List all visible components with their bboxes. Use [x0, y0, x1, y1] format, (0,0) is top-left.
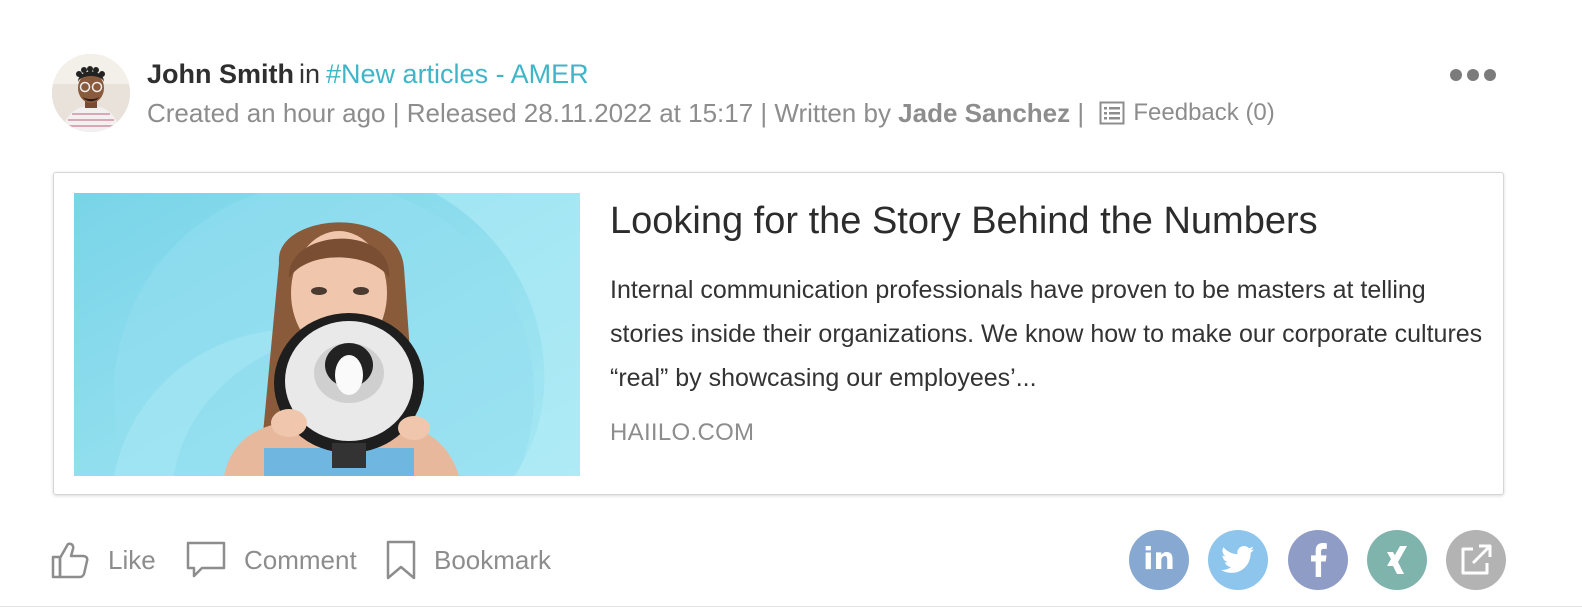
author-avatar[interactable] — [52, 54, 130, 132]
created-time: Created an hour ago — [147, 98, 386, 128]
feedback-label: Feedback (0) — [1133, 99, 1275, 126]
bookmark-button[interactable]: Bookmark — [386, 538, 551, 582]
link-preview-card[interactable]: Looking for the Story Behind the Numbers… — [53, 172, 1504, 495]
bottom-divider — [0, 606, 1582, 607]
facebook-share-button[interactable] — [1288, 530, 1348, 590]
meta-separator: | — [1070, 98, 1085, 128]
post-card: John Smith in #New articles - AMER Created… — [0, 0, 1582, 614]
linkedin-icon: in — [1143, 542, 1175, 577]
twitter-share-button[interactable] — [1208, 530, 1268, 590]
more-horizontal-icon[interactable] — [1450, 64, 1496, 86]
article-description: Internal communication professionals hav… — [610, 276, 1483, 392]
post-meta-line: Created an hour ago | Released 28.11.202… — [147, 96, 1275, 130]
like-button[interactable]: Like — [50, 538, 156, 582]
like-label: Like — [108, 544, 156, 575]
thumbs-up-icon — [51, 542, 89, 579]
meta-separator: | — [753, 98, 775, 128]
writer-name[interactable]: Jade Sanchez — [898, 98, 1070, 128]
released-time: Released 28.11.2022 at 15:17 — [406, 98, 754, 128]
channel-link[interactable]: #New articles - AMER — [326, 59, 589, 89]
feedback-list-icon — [1099, 101, 1125, 125]
post-header-line: John Smith in #New articles - AMER — [147, 56, 589, 92]
author-name[interactable]: John Smith — [147, 59, 294, 89]
in-word: in — [299, 59, 321, 89]
article-domain: HAIILO.COM — [610, 419, 755, 446]
bookmark-label: Bookmark — [434, 544, 552, 575]
xing-share-button[interactable] — [1367, 530, 1427, 590]
article-title[interactable]: Looking for the Story Behind the Numbers — [610, 197, 1480, 245]
xing-icon — [1387, 546, 1407, 574]
twitter-icon — [1221, 546, 1255, 573]
comment-label: Comment — [244, 544, 357, 575]
written-by-label: Written by — [774, 98, 899, 128]
feedback-link[interactable]: Feedback (0) — [1099, 96, 1275, 130]
bookmark-icon — [386, 540, 416, 580]
article-thumbnail — [74, 193, 580, 476]
facebook-icon — [1311, 543, 1327, 577]
linkedin-share-button[interactable]: in — [1129, 530, 1189, 590]
comment-button[interactable]: Comment — [186, 538, 357, 582]
meta-separator: | — [385, 98, 407, 128]
external-share-button[interactable] — [1446, 530, 1506, 590]
comment-icon — [186, 541, 226, 578]
external-share-icon — [1461, 544, 1492, 575]
